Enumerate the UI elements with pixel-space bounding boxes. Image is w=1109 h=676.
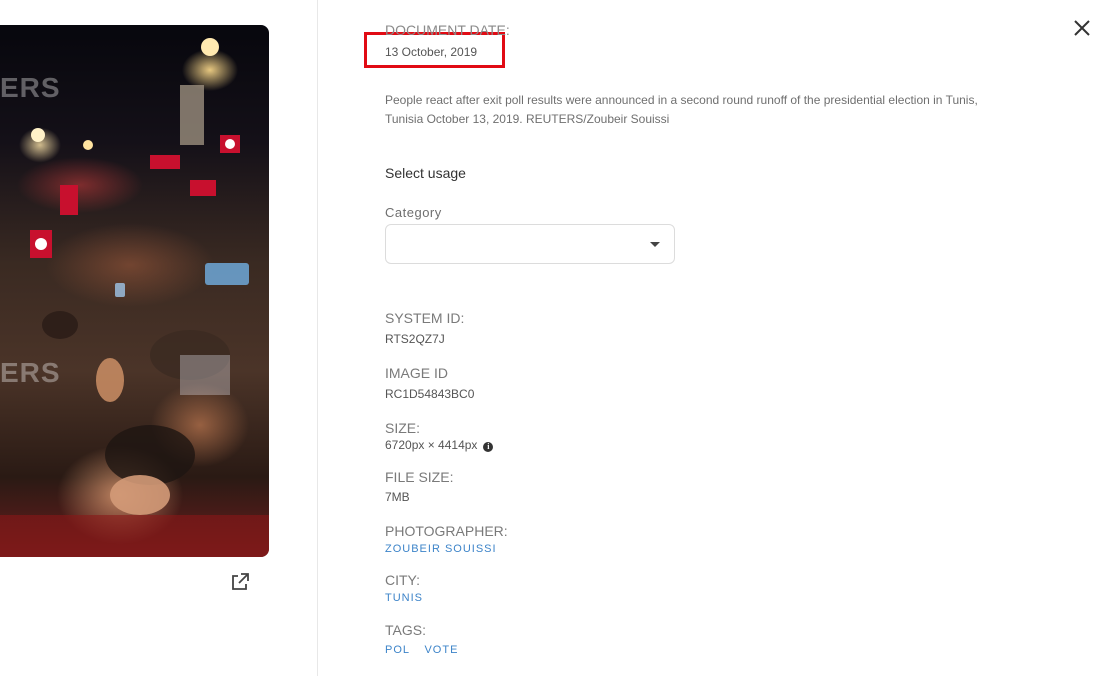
size-value: 6720px × 4414px i [385,438,494,452]
tag-link[interactable]: POL [385,644,410,656]
size-text: 6720px × 4414px [385,438,478,452]
document-date-label: DOCUMENT DATE: [385,22,510,38]
image-id-label: IMAGE ID [385,365,449,381]
crowd-illustration [0,38,269,557]
watermark: ERS [0,357,61,388]
photographer-link[interactable]: ZOUBEIR SOUISSI [385,543,497,555]
city-link[interactable]: TUNIS [385,592,423,604]
size-label: SIZE: [385,420,421,436]
photo-panel: ERS ERS [0,0,317,676]
external-link-icon[interactable] [230,572,250,592]
chevron-down-icon [650,242,660,247]
image-caption: People react after exit poll results wer… [385,93,978,126]
tags-list: POL VOTE [385,640,468,658]
system-id-value: RTS2QZ7J [385,332,445,346]
tag-link[interactable]: VOTE [424,644,458,656]
photo-preview[interactable]: ERS ERS [0,25,269,557]
close-icon[interactable] [1072,18,1092,38]
watermark: ERS [0,72,61,103]
system-id-label: SYSTEM ID: [385,310,465,326]
info-icon[interactable]: i [483,442,494,452]
photographer-label: PHOTOGRAPHER: [385,523,508,539]
image-detail-page: ERS ERS DOCUMENT DATE: 13 October, 2019 … [0,0,1109,676]
image-id-value: RC1D54843BC0 [385,387,475,401]
category-select[interactable] [385,224,675,264]
file-size-value: 7MB [385,490,410,504]
tags-label: TAGS: [385,622,426,638]
category-label: Category [385,205,442,220]
document-date-value: 13 October, 2019 [385,45,478,59]
city-label: CITY: [385,572,421,588]
select-usage-heading: Select usage [385,165,466,181]
panel-divider [317,0,318,676]
file-size-label: FILE SIZE: [385,469,454,485]
